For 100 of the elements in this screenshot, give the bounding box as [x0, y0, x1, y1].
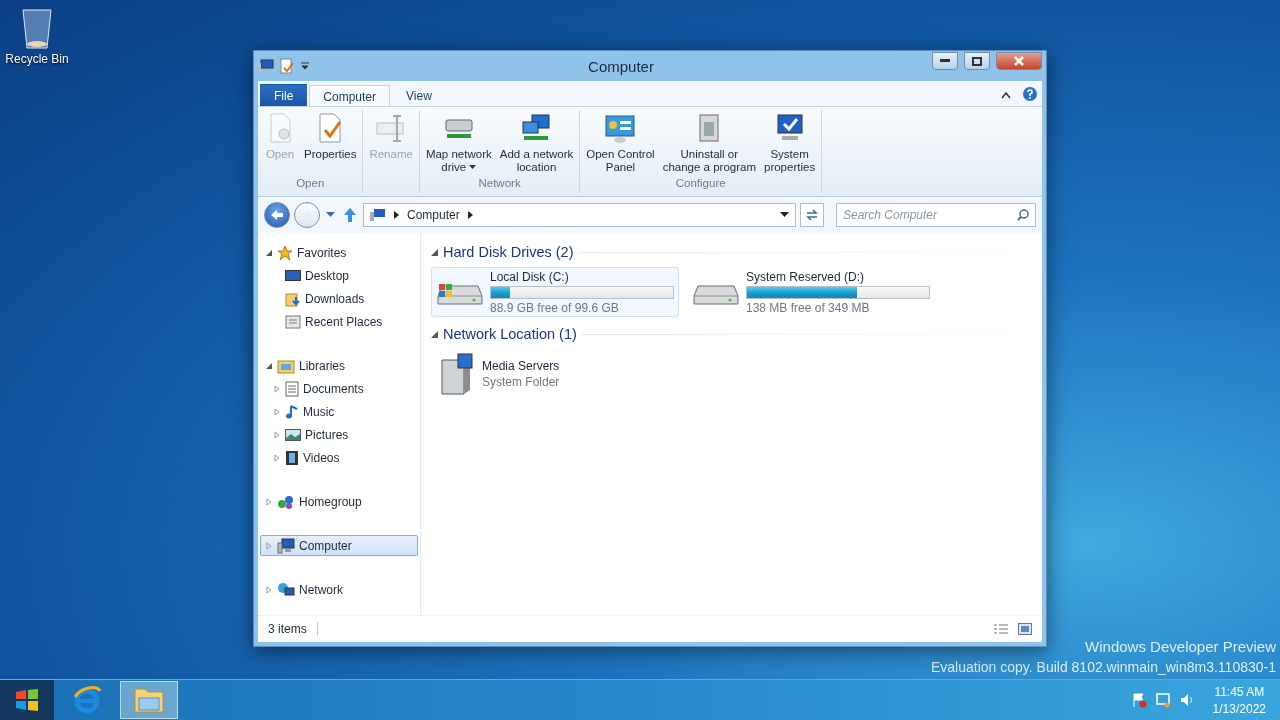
search-icon[interactable] — [1017, 209, 1029, 221]
folder-icon — [133, 686, 165, 714]
maximize-icon — [972, 56, 982, 66]
expand-arrow-icon[interactable] — [273, 384, 281, 393]
folder-tile[interactable]: Media Servers System Folder — [431, 349, 679, 399]
homegroup-icon — [277, 493, 295, 510]
collapse-ribbon-icon[interactable] — [1000, 90, 1012, 100]
maximize-button[interactable] — [964, 52, 990, 70]
start-button[interactable] — [0, 680, 54, 720]
properties-icon[interactable] — [280, 58, 294, 74]
close-icon — [1014, 56, 1024, 66]
library-icon — [277, 357, 295, 374]
minimize-icon — [940, 59, 950, 63]
group-heading: Network Location (1) — [443, 326, 577, 342]
collapse-arrow-icon[interactable] — [431, 248, 438, 256]
action-center-flag-icon[interactable] — [1130, 692, 1147, 708]
collapse-arrow-icon[interactable] — [265, 248, 273, 257]
ribbon-button[interactable]: Map network drive — [422, 110, 495, 177]
ribbon-button[interactable]: Open Control Panel — [583, 110, 658, 177]
breadcrumb[interactable]: Computer — [407, 208, 460, 222]
navigation-item[interactable]: Videos — [260, 447, 418, 468]
close-button[interactable] — [996, 52, 1042, 70]
caret-icon — [326, 212, 335, 218]
refresh-icon — [805, 208, 819, 222]
address-bar[interactable]: Computer — [363, 203, 796, 227]
ribbon-group-label: Open — [295, 177, 326, 191]
navigation-item[interactable]: Pictures — [260, 424, 418, 445]
navigation-item[interactable]: Favorites — [260, 242, 418, 263]
drive-tile[interactable]: Local Disk (C:) 88.9 GB free of 99.6 GB — [431, 267, 679, 317]
ribbon-button[interactable]: System properties — [761, 110, 819, 177]
forward-button[interactable] — [294, 202, 320, 228]
recycle-bin-icon — [20, 6, 54, 50]
volume-icon[interactable] — [1178, 692, 1195, 708]
back-button[interactable] — [264, 202, 290, 228]
navigation-item[interactable]: Downloads — [260, 288, 418, 309]
window-title: Computer — [587, 57, 655, 75]
ribbon-tab[interactable]: Computer — [309, 85, 391, 107]
document-icon — [285, 380, 299, 397]
computer-icon — [370, 208, 386, 222]
ribbon-group-label: Configure — [674, 177, 727, 191]
search-field[interactable]: Search Computer — [836, 203, 1036, 227]
collapse-arrow-icon[interactable] — [265, 361, 273, 370]
network-status-icon[interactable] — [1154, 692, 1171, 708]
dropdown-arrow-icon[interactable] — [300, 62, 310, 70]
chevron-icon — [394, 211, 399, 219]
group-heading: Hard Disk Drives (2) — [443, 244, 574, 260]
desktop-icon — [285, 268, 301, 283]
minimize-button[interactable] — [932, 52, 958, 70]
picture-icon — [285, 427, 301, 442]
ribbon-button[interactable]: Uninstall or change a program — [659, 110, 759, 177]
navigation-item[interactable]: Documents — [260, 378, 418, 399]
collapse-arrow-icon[interactable] — [431, 330, 438, 338]
back-arrow-icon — [270, 209, 284, 221]
item-detail: 138 MB free of 349 MB — [746, 300, 871, 315]
navigation-item[interactable]: Computer — [260, 535, 418, 556]
up-arrow-icon — [343, 207, 357, 223]
computer-icon[interactable] — [258, 59, 274, 73]
tiles-view-icon[interactable] — [1018, 623, 1032, 635]
ribbon-button[interactable]: Properties — [301, 110, 360, 177]
ribbon-tab[interactable]: File — [260, 84, 308, 106]
music-note-icon — [285, 403, 299, 420]
chevron-icon — [467, 211, 473, 219]
dropdown-arrow-icon[interactable] — [780, 212, 789, 218]
item-name: Media Servers — [482, 359, 561, 373]
refresh-button[interactable] — [800, 203, 824, 227]
computer-icon — [277, 537, 295, 554]
ribbon-button[interactable]: Add a network location — [496, 110, 577, 177]
help-icon[interactable] — [1022, 86, 1038, 102]
navigation-item[interactable]: Music — [260, 401, 418, 422]
folder-download-icon — [285, 290, 301, 307]
status-text: 3 items — [268, 622, 318, 636]
item-name: Local Disk (C:) — [490, 269, 570, 284]
windows-logo-icon — [15, 688, 39, 712]
drive-tile[interactable]: System Reserved (D:) 138 MB free of 349 MB — [687, 267, 935, 317]
navigation-item[interactable]: Network — [260, 579, 418, 600]
ribbon-group-label: Network — [477, 177, 522, 191]
desktop-icon[interactable]: Recycle Bin — [4, 6, 70, 66]
ribbon-tab[interactable]: View — [392, 84, 446, 106]
network-globe-icon — [277, 581, 295, 598]
star-icon — [277, 244, 293, 261]
expand-arrow-icon[interactable] — [273, 407, 281, 416]
navigation-item[interactable]: Recent Places — [260, 311, 418, 332]
recent-locations-button[interactable] — [324, 212, 337, 218]
navigation-item[interactable]: Desktop — [260, 265, 418, 286]
item-name: System Reserved (D:) — [746, 269, 866, 284]
item-detail: 88.9 GB free of 99.6 GB — [490, 300, 620, 315]
film-icon — [285, 449, 299, 466]
expand-arrow-icon[interactable] — [265, 497, 273, 506]
expand-arrow-icon[interactable] — [273, 453, 281, 462]
navigation-item[interactable]: Libraries — [260, 355, 418, 376]
item-detail: System Folder — [482, 375, 561, 389]
recent-places-icon — [285, 313, 301, 330]
browser-e-icon — [72, 685, 102, 715]
navigation-item[interactable]: Homegroup — [260, 491, 418, 512]
up-button[interactable] — [341, 207, 359, 223]
control-panel-icon — [604, 112, 637, 144]
expand-arrow-icon[interactable] — [265, 585, 273, 594]
desktop-watermark-text: Windows Developer Preview — [1085, 638, 1276, 655]
expand-arrow-icon[interactable] — [273, 430, 281, 439]
desktop-watermark-text: Evaluation copy. Build 8102.winmain_win8m3.110830-1 — [930, 659, 1276, 675]
